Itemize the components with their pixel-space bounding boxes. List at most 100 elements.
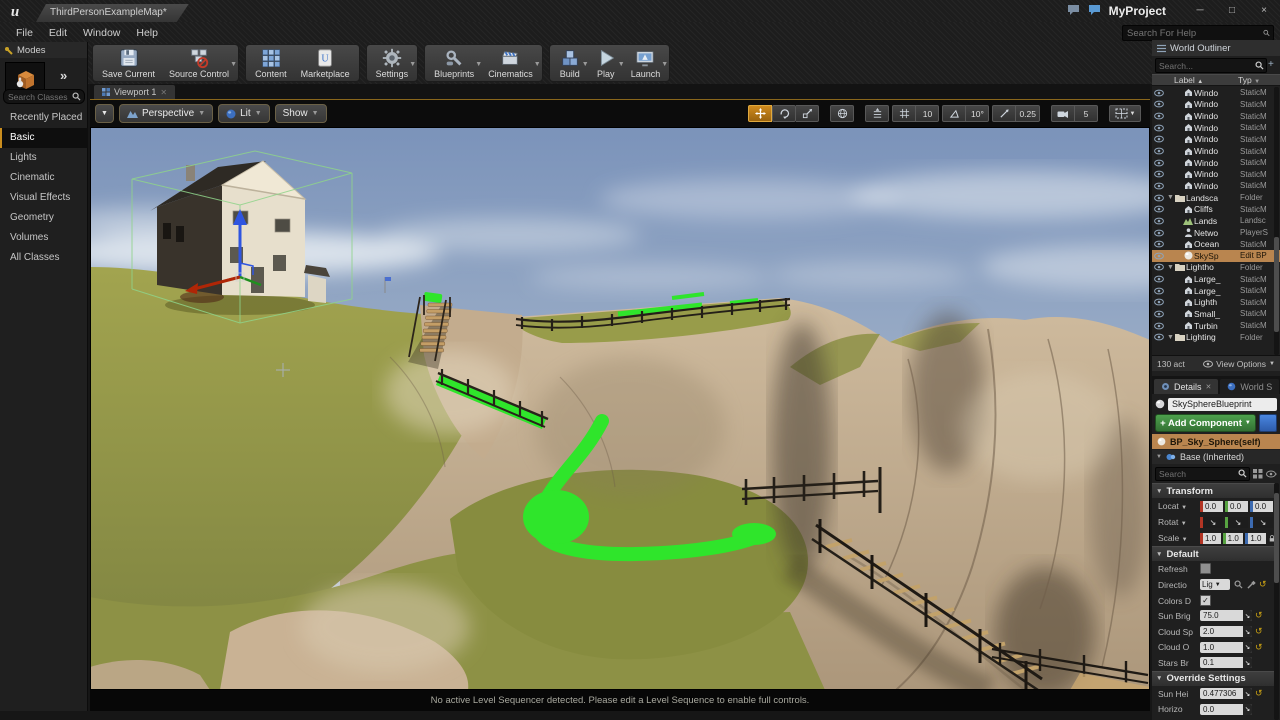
outliner-row-windo[interactable]: WindoStaticM bbox=[1152, 134, 1280, 146]
numeric-field[interactable]: 0.1↘ bbox=[1200, 657, 1252, 668]
visibility-eye-icon[interactable] bbox=[1152, 194, 1165, 202]
outliner-row-windo[interactable]: WindoStaticM bbox=[1152, 87, 1280, 99]
outliner-row-skysp[interactable]: SkySpEdit BP bbox=[1152, 250, 1280, 262]
numeric-field[interactable]: 0.0↘ bbox=[1200, 704, 1252, 715]
numeric-field[interactable]: 0.477306↘ bbox=[1200, 688, 1252, 699]
modes-search-input[interactable] bbox=[4, 92, 72, 102]
reset-to-default-icon[interactable]: ↺ bbox=[1255, 610, 1263, 621]
grid-snap-button[interactable] bbox=[892, 105, 916, 122]
visibility-eye-icon[interactable] bbox=[1152, 182, 1165, 190]
visibility-eye-icon[interactable] bbox=[1152, 89, 1165, 97]
visibility-eye-icon[interactable] bbox=[1152, 240, 1165, 248]
numeric-field[interactable]: 2.0↘ bbox=[1200, 626, 1252, 637]
visibility-eye-icon[interactable] bbox=[1152, 112, 1165, 120]
axis-value-field[interactable]: 0.0 bbox=[1250, 501, 1273, 512]
visibility-eye-icon[interactable] bbox=[1152, 310, 1165, 318]
visibility-eye-icon[interactable] bbox=[1152, 287, 1165, 295]
minimize-button[interactable]: ─ bbox=[1188, 3, 1212, 19]
maximize-button[interactable]: □ bbox=[1220, 3, 1244, 19]
move-tool-button[interactable] bbox=[748, 105, 772, 122]
help-search-input[interactable] bbox=[1123, 28, 1263, 39]
reset-to-default-icon[interactable]: ↺ bbox=[1259, 579, 1267, 590]
outliner-row-windo[interactable]: WindoStaticM bbox=[1152, 122, 1280, 134]
outliner-scrollbar[interactable] bbox=[1274, 87, 1279, 355]
outliner-row-windo[interactable]: WindoStaticM bbox=[1152, 180, 1280, 192]
show-flags-button[interactable]: Show▼ bbox=[275, 104, 327, 123]
camera-speed-button[interactable] bbox=[1051, 105, 1075, 122]
checkbox[interactable]: ✓ bbox=[1200, 595, 1211, 606]
outliner-row-windo[interactable]: WindoStaticM bbox=[1152, 168, 1280, 180]
modes-category-lights[interactable]: Lights bbox=[0, 148, 88, 168]
menu-window[interactable]: Window bbox=[83, 27, 120, 39]
outliner-row-ocean[interactable]: OceanStaticM bbox=[1152, 238, 1280, 250]
edit-blueprint-button[interactable] bbox=[1259, 414, 1277, 432]
grid-snap-value[interactable]: 10 bbox=[916, 105, 939, 122]
spinbox-handle-icon[interactable]: ↘ bbox=[1243, 610, 1252, 621]
outliner-row-windo[interactable]: WindoStaticM bbox=[1152, 110, 1280, 122]
section-header-override-settings[interactable]: ▼Override Settings bbox=[1152, 671, 1275, 686]
reset-to-default-icon[interactable]: ↺ bbox=[1255, 642, 1263, 653]
menu-help[interactable]: Help bbox=[136, 27, 158, 39]
outliner-row-small-[interactable]: Small_StaticM bbox=[1152, 308, 1280, 320]
toolbar-button-launch[interactable]: Launch▼ bbox=[624, 46, 668, 80]
visibility-eye-icon[interactable] bbox=[1152, 252, 1165, 260]
outliner-row-large-[interactable]: Large_StaticM bbox=[1152, 285, 1280, 297]
numeric-field[interactable]: 1.0↘ bbox=[1200, 642, 1252, 653]
modes-category-geometry[interactable]: Geometry bbox=[0, 208, 88, 228]
toolbar-button-marketplace[interactable]: UMarketplace bbox=[294, 46, 357, 80]
visibility-eye-icon[interactable] bbox=[1152, 322, 1165, 330]
rotation-spinbox[interactable]: ↘ bbox=[1250, 517, 1273, 528]
visibility-eye-icon[interactable] bbox=[1152, 333, 1165, 341]
spinbox-handle-icon[interactable]: ↘ bbox=[1243, 642, 1252, 653]
base-inherited-row[interactable]: ▼ Base (Inherited) bbox=[1152, 450, 1280, 464]
axis-value-field[interactable]: 1.0 bbox=[1245, 533, 1266, 544]
outliner-row-large-[interactable]: Large_StaticM bbox=[1152, 273, 1280, 285]
perspective-button[interactable]: Perspective▼ bbox=[119, 104, 213, 123]
visibility-eye-icon[interactable] bbox=[1152, 135, 1165, 143]
outliner-row-lighting[interactable]: ▼LightingFolder bbox=[1152, 331, 1280, 343]
toolbar-button-source-control[interactable]: Source Control▼ bbox=[162, 46, 236, 80]
add-filter-icon[interactable]: + bbox=[1268, 59, 1274, 70]
dropdown-arrow-icon[interactable]: ▼ bbox=[409, 61, 416, 68]
modes-category-visual-effects[interactable]: Visual Effects bbox=[0, 188, 88, 208]
scale-tool-button[interactable] bbox=[796, 105, 819, 122]
modes-category-all-classes[interactable]: All Classes bbox=[0, 248, 88, 268]
spinbox-handle-icon[interactable]: ↘ bbox=[1243, 626, 1252, 637]
help-search[interactable] bbox=[1122, 25, 1274, 41]
viewport-options-button[interactable]: ▼ bbox=[95, 104, 114, 123]
modes-category-recently-placed[interactable]: Recently Placed bbox=[0, 108, 88, 128]
coordinate-system-button[interactable] bbox=[830, 105, 854, 122]
modes-search[interactable] bbox=[3, 89, 85, 104]
visibility-eye-icon[interactable] bbox=[1152, 147, 1165, 155]
visibility-eye-icon[interactable] bbox=[1152, 159, 1165, 167]
outliner-columns[interactable]: Label ▲ Typ ▼ bbox=[1152, 74, 1280, 86]
outliner-row-cliffs[interactable]: CliffsStaticM bbox=[1152, 203, 1280, 215]
details-search[interactable] bbox=[1155, 467, 1250, 481]
modes-category-basic[interactable]: Basic bbox=[0, 128, 88, 148]
rotation-spinbox[interactable]: ↘ bbox=[1225, 517, 1248, 528]
toolbar-button-settings[interactable]: Settings▼ bbox=[369, 46, 416, 80]
visibility-eye-icon[interactable] bbox=[1152, 217, 1165, 225]
camera-speed-value[interactable]: 5 bbox=[1075, 105, 1098, 122]
eyedropper-icon[interactable] bbox=[1247, 580, 1256, 589]
tab-details[interactable]: Details✕ bbox=[1154, 379, 1218, 394]
numeric-field[interactable]: 75.0↘ bbox=[1200, 610, 1252, 621]
chat-bubble-icon[interactable] bbox=[1088, 2, 1101, 20]
actor-name-field[interactable]: SkySphereBlueprint bbox=[1168, 398, 1277, 411]
object-dropdown[interactable]: Lig▼ bbox=[1200, 579, 1230, 590]
reset-to-default-icon[interactable]: ↺ bbox=[1255, 688, 1263, 699]
scale-snap-button[interactable] bbox=[992, 105, 1016, 122]
visibility-eye-icon[interactable] bbox=[1152, 298, 1165, 306]
modes-category-volumes[interactable]: Volumes bbox=[0, 228, 88, 248]
visibility-eye-icon[interactable] bbox=[1152, 275, 1165, 283]
visibility-eye-icon[interactable] bbox=[1152, 229, 1165, 237]
close-tab-icon[interactable]: ✕ bbox=[160, 88, 167, 97]
axis-value-field[interactable]: 1.0 bbox=[1223, 533, 1244, 544]
toolbar-button-play[interactable]: Play▼ bbox=[588, 46, 624, 80]
toolbar-button-content[interactable]: Content bbox=[248, 46, 294, 80]
reset-to-default-icon[interactable]: ↺ bbox=[1255, 626, 1263, 637]
visibility-eye-icon[interactable] bbox=[1152, 124, 1165, 132]
visibility-eye-icon[interactable] bbox=[1152, 170, 1165, 178]
outliner-row-lightho[interactable]: ▼LighthoFolder bbox=[1152, 262, 1280, 274]
outliner-row-windo[interactable]: WindoStaticM bbox=[1152, 99, 1280, 111]
